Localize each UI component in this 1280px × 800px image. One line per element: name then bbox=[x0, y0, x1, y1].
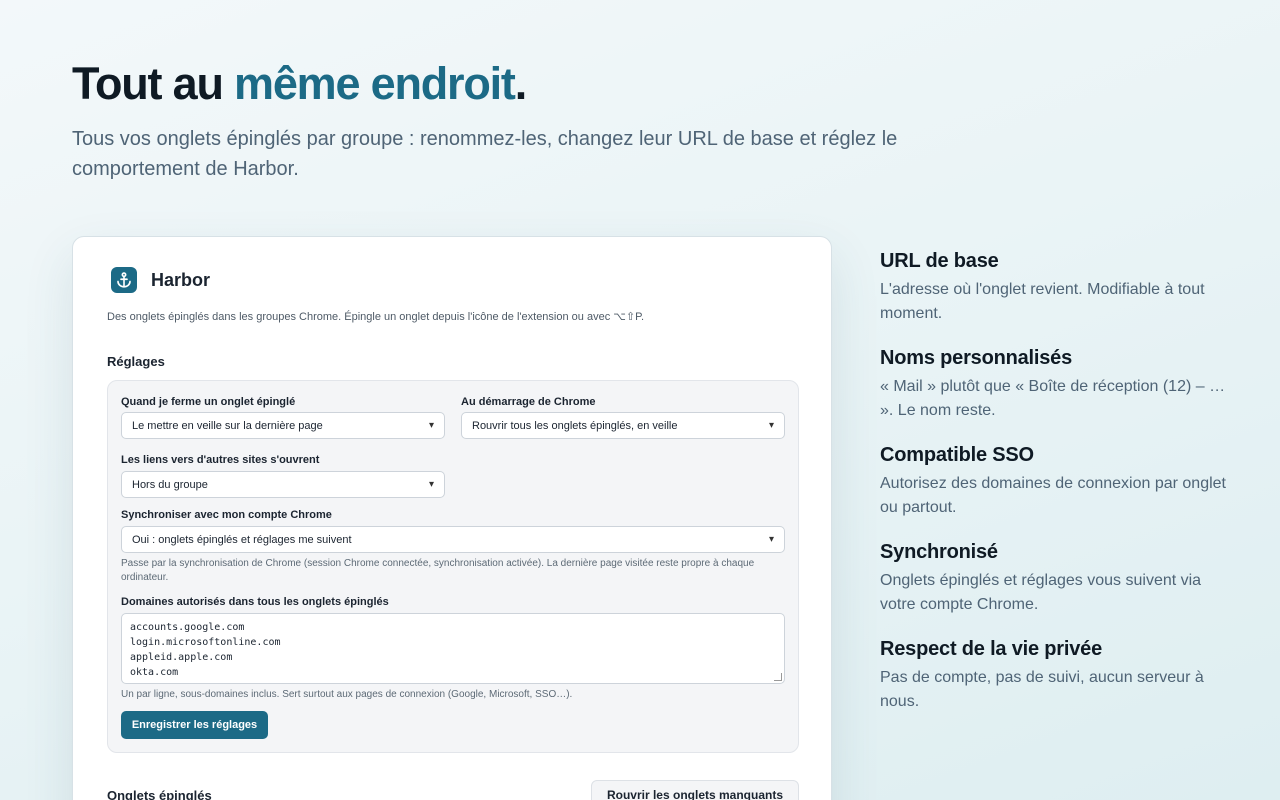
hero-title: Tout au même endroit. bbox=[72, 58, 528, 110]
pinned-tabs-title: Onglets épinglés bbox=[107, 788, 212, 800]
chevron-down-icon: ▾ bbox=[428, 420, 434, 431]
feature-title: Noms personnalisés bbox=[880, 347, 1073, 369]
feature-text: Autorisez des domaines de connexion par … bbox=[880, 475, 1226, 516]
feature-item: Compatible SSO Autorisez des domaines de… bbox=[880, 444, 1230, 519]
feature-title: Respect de la vie privée bbox=[880, 638, 1102, 660]
domain-line: login.microsoftonline.com bbox=[130, 637, 281, 648]
app-header: Harbor bbox=[111, 267, 210, 293]
domain-line: appleid.apple.com bbox=[130, 652, 233, 663]
links-label: Les liens vers d'autres sites s'ouvrent bbox=[121, 454, 320, 466]
sync-label: Synchroniser avec mon compte Chrome bbox=[121, 509, 332, 521]
hero-title-plain: Tout au bbox=[72, 58, 235, 109]
links-select[interactable]: Hors du groupe ▾ bbox=[121, 471, 445, 498]
links-value: Hors du groupe bbox=[132, 478, 208, 491]
settings-panel: Quand je ferme un onglet épinglé Le mett… bbox=[107, 380, 799, 753]
feature-text: Onglets épinglés et réglages vous suiven… bbox=[880, 572, 1202, 613]
hero-title-end: . bbox=[514, 58, 528, 109]
feature-title: Compatible SSO bbox=[880, 444, 1034, 466]
feature-title: URL de base bbox=[880, 250, 999, 272]
startup-value: Rouvrir tous les onglets épinglés, en ve… bbox=[472, 419, 678, 432]
reopen-missing-button[interactable]: Rouvrir les onglets manquants bbox=[591, 780, 799, 800]
close-behavior-select[interactable]: Le mettre en veille sur la dernière page… bbox=[121, 412, 445, 439]
app-description: Des onglets épinglés dans les groupes Ch… bbox=[107, 311, 645, 323]
options-card: Harbor Des onglets épinglés dans les gro… bbox=[72, 236, 832, 800]
feature-item: Noms personnalisés « Mail » plutôt que «… bbox=[880, 347, 1230, 422]
close-behavior-label: Quand je ferme un onglet épinglé bbox=[121, 396, 296, 408]
features-list: URL de base L'adresse où l'onglet revien… bbox=[880, 250, 1230, 735]
domain-line: accounts.google.com bbox=[130, 622, 245, 633]
sync-select[interactable]: Oui : onglets épinglés et réglages me su… bbox=[121, 526, 785, 553]
domains-textarea[interactable]: accounts.google.com login.microsoftonlin… bbox=[121, 613, 785, 684]
hero-title-accent: même endroit bbox=[234, 58, 516, 109]
sync-hint: Passe par la synchronisation de Chrome (… bbox=[121, 558, 755, 583]
feature-text: Pas de compte, pas de suivi, aucun serve… bbox=[880, 669, 1204, 710]
close-behavior-value: Le mettre en veille sur la dernière page bbox=[132, 419, 323, 432]
feature-item: Respect de la vie privée Pas de compte, … bbox=[880, 638, 1230, 713]
domains-hint: Un par ligne, sous-domaines inclus. Sert… bbox=[121, 689, 573, 700]
chevron-down-icon: ▾ bbox=[428, 479, 434, 490]
domain-line: okta.com bbox=[130, 667, 179, 678]
resize-handle-icon[interactable] bbox=[774, 673, 782, 681]
sync-value: Oui : onglets épinglés et réglages me su… bbox=[132, 533, 352, 546]
feature-title: Synchronisé bbox=[880, 541, 998, 563]
feature-item: URL de base L'adresse où l'onglet revien… bbox=[880, 250, 1230, 325]
chevron-down-icon: ▾ bbox=[768, 420, 774, 431]
hero-subtitle: Tous vos onglets épinglés par groupe : r… bbox=[72, 128, 898, 180]
feature-item: Synchronisé Onglets épinglés et réglages… bbox=[880, 541, 1230, 616]
startup-label: Au démarrage de Chrome bbox=[461, 396, 596, 408]
domains-label: Domaines autorisés dans tous les onglets… bbox=[121, 596, 389, 608]
startup-select[interactable]: Rouvrir tous les onglets épinglés, en ve… bbox=[461, 412, 785, 439]
anchor-icon bbox=[111, 267, 137, 293]
feature-text: « Mail » plutôt que « Boîte de réception… bbox=[880, 378, 1226, 419]
feature-text: L'adresse où l'onglet revient. Modifiabl… bbox=[880, 281, 1205, 322]
save-settings-button[interactable]: Enregistrer les réglages bbox=[121, 711, 268, 739]
chevron-down-icon: ▾ bbox=[768, 534, 774, 545]
app-name: Harbor bbox=[151, 269, 211, 290]
settings-title: Réglages bbox=[107, 354, 165, 369]
